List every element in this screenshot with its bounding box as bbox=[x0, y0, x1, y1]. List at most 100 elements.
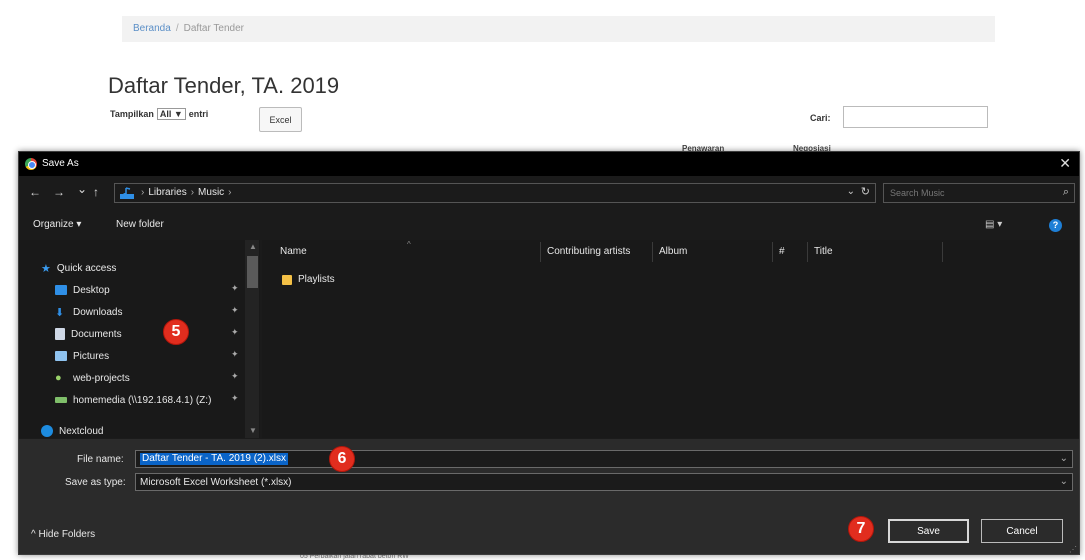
new-folder-button[interactable]: New folder bbox=[116, 219, 164, 230]
search-music-input[interactable]: Search Music ⌕ bbox=[883, 183, 1075, 203]
scroll-down-icon[interactable]: ▼ bbox=[249, 426, 257, 435]
sidebar-item-downloads[interactable]: ⬇ Downloads bbox=[55, 304, 122, 320]
pin-icon[interactable]: ✦ bbox=[231, 327, 239, 338]
chevron-down-icon[interactable]: ⌄ bbox=[847, 186, 855, 197]
address-bar[interactable]: › Libraries › Music › ⌄ ↻ bbox=[114, 183, 876, 203]
file-name-selected-text: Daftar Tender - TA. 2019 (2).xlsx bbox=[140, 453, 288, 465]
back-arrow-icon[interactable]: ← bbox=[29, 185, 41, 199]
entries-length-control: Tampilkan All ▼ entri bbox=[110, 108, 208, 120]
sidebar-item-label: Pictures bbox=[73, 350, 110, 362]
column-divider[interactable] bbox=[942, 242, 943, 262]
column-divider[interactable] bbox=[540, 242, 541, 262]
pin-icon[interactable]: ✦ bbox=[231, 283, 239, 294]
file-name-label: File name: bbox=[77, 454, 124, 465]
column-header-track-number[interactable]: # bbox=[779, 246, 785, 257]
callout-badge-5: 5 bbox=[163, 319, 189, 345]
pin-icon[interactable]: ✦ bbox=[231, 305, 239, 316]
column-header-contributing-artists[interactable]: Contributing artists bbox=[547, 246, 630, 257]
breadcrumb-music[interactable]: Music bbox=[198, 187, 224, 198]
dialog-titlebar: Save As ✕ bbox=[19, 152, 1079, 176]
organize-menu[interactable]: Organize ▾ bbox=[33, 219, 81, 230]
sidebar-item-nextcloud[interactable]: Nextcloud bbox=[41, 423, 103, 439]
nextcloud-icon bbox=[41, 425, 53, 437]
view-options-icon[interactable]: ▤ ▾ bbox=[985, 219, 1002, 230]
navigation-pane: ★ Quick access Desktop ✦ ⬇ Downloads ✦ D… bbox=[19, 240, 260, 438]
resize-grip-icon[interactable]: ⋰ bbox=[1069, 545, 1077, 554]
downloads-icon: ⬇ bbox=[55, 306, 65, 319]
star-icon: ★ bbox=[41, 262, 51, 275]
file-name-input[interactable]: Daftar Tender - TA. 2019 (2).xlsx ⌄ bbox=[135, 450, 1073, 468]
column-header-album[interactable]: Album bbox=[659, 246, 687, 257]
sidebar-scrollbar-thumb[interactable] bbox=[247, 256, 258, 288]
project-folder-icon: ● bbox=[55, 372, 62, 384]
column-divider[interactable] bbox=[807, 242, 808, 262]
sidebar-item-quick-access[interactable]: ★ Quick access bbox=[41, 260, 116, 276]
pictures-icon bbox=[55, 351, 67, 361]
up-arrow-icon[interactable]: ↑ bbox=[93, 185, 99, 199]
list-item[interactable]: Playlists bbox=[282, 274, 335, 285]
network-drive-icon bbox=[55, 397, 67, 403]
callout-badge-6: 6 bbox=[329, 446, 355, 472]
close-icon[interactable]: ✕ bbox=[1059, 155, 1071, 172]
chrome-icon bbox=[25, 158, 37, 170]
chevron-right-icon: › bbox=[141, 187, 145, 198]
scroll-up-icon[interactable]: ▲ bbox=[249, 242, 257, 251]
entries-label: entri bbox=[188, 109, 209, 119]
callout-badge-7: 7 bbox=[848, 516, 874, 542]
file-name-label: Playlists bbox=[298, 274, 335, 285]
excel-export-button[interactable]: Excel bbox=[259, 107, 302, 132]
sidebar-item-web-projects[interactable]: ● web-projects bbox=[55, 370, 130, 386]
search-input[interactable] bbox=[843, 106, 988, 128]
sidebar-item-label: Documents bbox=[71, 328, 122, 340]
save-options-area: File name: Daftar Tender - TA. 2019 (2).… bbox=[19, 439, 1079, 554]
breadcrumb-libraries[interactable]: Libraries bbox=[148, 187, 186, 198]
save-as-type-label: Save as type: bbox=[65, 477, 126, 488]
search-label: Cari: bbox=[810, 113, 831, 123]
save-as-dialog: Save As ✕ ← → ⌄ ↑ › Libraries › Music › ⌄ ↻ … bbox=[18, 151, 1080, 555]
save-button[interactable]: Save bbox=[888, 519, 969, 543]
pin-icon[interactable]: ✦ bbox=[231, 371, 239, 382]
recent-locations-icon[interactable]: ⌄ bbox=[77, 182, 87, 196]
save-as-type-select[interactable]: Microsoft Excel Worksheet (*.xlsx) ⌄ bbox=[135, 473, 1073, 491]
search-icon: ⌕ bbox=[1062, 186, 1069, 198]
chevron-right-icon: › bbox=[190, 187, 195, 198]
forward-arrow-icon[interactable]: → bbox=[53, 185, 65, 199]
breadcrumb-current: Daftar Tender bbox=[183, 23, 244, 34]
column-divider[interactable] bbox=[772, 242, 773, 262]
sort-caret-icon: ^ bbox=[407, 240, 411, 249]
breadcrumb-home-link[interactable]: Beranda bbox=[133, 23, 171, 34]
hide-folders-button[interactable]: ^ Hide Folders bbox=[31, 529, 95, 540]
cancel-button[interactable]: Cancel bbox=[981, 519, 1063, 543]
music-library-icon bbox=[120, 187, 134, 199]
page-title: Daftar Tender, TA. 2019 bbox=[108, 73, 340, 98]
sidebar-item-label: Desktop bbox=[73, 284, 110, 296]
chevron-down-icon[interactable]: ⌄ bbox=[1060, 476, 1068, 487]
sidebar-item-label: homemedia (\\192.168.4.1) (Z:) bbox=[73, 394, 212, 406]
sidebar-item-documents[interactable]: Documents bbox=[55, 326, 122, 342]
help-icon[interactable]: ? bbox=[1049, 219, 1062, 232]
column-header-name[interactable]: Name bbox=[280, 246, 307, 257]
sidebar-item-label: Downloads bbox=[73, 306, 123, 318]
folder-icon bbox=[282, 274, 292, 285]
sidebar-item-label: Nextcloud bbox=[59, 425, 104, 437]
address-row: ← → ⌄ ↑ › Libraries › Music › ⌄ ↻ Search Mus… bbox=[19, 182, 1079, 204]
sidebar-item-homemedia[interactable]: homemedia (\\192.168.4.1) (Z:) bbox=[55, 392, 211, 408]
save-as-type-value: Microsoft Excel Worksheet (*.xlsx) bbox=[140, 477, 292, 488]
address-path: › Libraries › Music › bbox=[137, 187, 236, 198]
chevron-down-icon[interactable]: ⌄ bbox=[1060, 453, 1068, 464]
pin-icon[interactable]: ✦ bbox=[231, 349, 239, 360]
documents-icon bbox=[55, 328, 65, 340]
sidebar-item-desktop[interactable]: Desktop bbox=[55, 282, 110, 298]
desktop-icon bbox=[55, 285, 67, 295]
breadcrumb-separator: / bbox=[175, 23, 179, 34]
sidebar-item-label: Quick access bbox=[56, 262, 117, 274]
pin-icon[interactable]: ✦ bbox=[231, 393, 239, 404]
show-label: Tampilkan bbox=[110, 109, 154, 119]
search-placeholder: Search Music bbox=[890, 188, 945, 198]
column-header-title[interactable]: Title bbox=[814, 246, 833, 257]
sidebar-item-label: web-projects bbox=[73, 372, 130, 384]
entries-select[interactable]: All ▼ bbox=[156, 108, 186, 120]
refresh-icon[interactable]: ↻ bbox=[861, 185, 870, 198]
sidebar-item-pictures[interactable]: Pictures bbox=[55, 348, 109, 364]
column-divider[interactable] bbox=[652, 242, 653, 262]
